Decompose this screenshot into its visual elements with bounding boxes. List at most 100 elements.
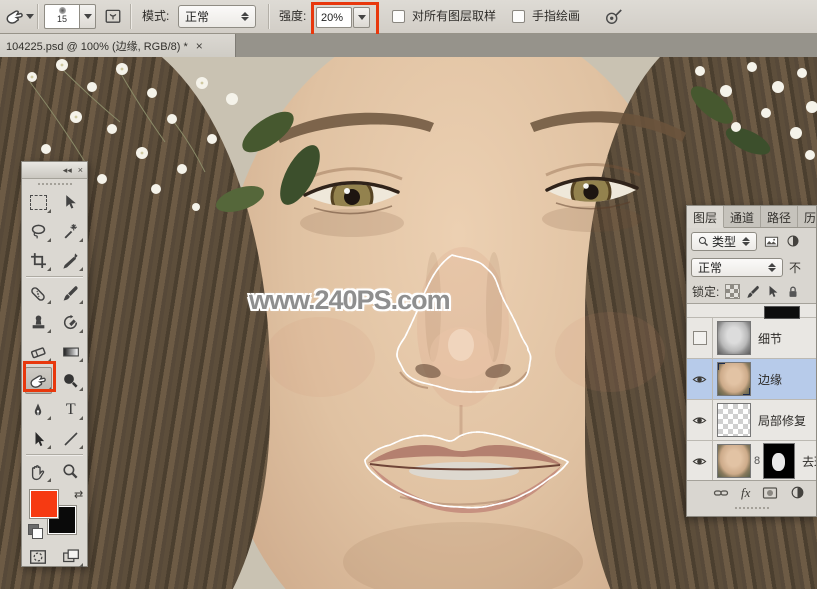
gradient-icon: [62, 343, 80, 361]
layer-thumbnail[interactable]: [717, 321, 751, 355]
layer-thumbnail[interactable]: [717, 444, 751, 478]
document-tab-bar: 104225.psd @ 100% (边缘, RGB/8) * ×: [0, 34, 817, 57]
strength-input[interactable]: 20%: [316, 7, 352, 28]
layer-name[interactable]: 细节: [758, 330, 782, 347]
path-select-icon: [30, 431, 46, 447]
tab-close-icon[interactable]: ×: [196, 39, 203, 53]
clone-stamp-icon: [30, 314, 47, 331]
brush-preset-picker[interactable]: 15: [44, 4, 80, 29]
smudge-tool-icon[interactable]: [5, 7, 24, 26]
toggle-brush-panel-icon[interactable]: [104, 7, 122, 25]
tab-paths[interactable]: 路径: [761, 206, 799, 227]
history-brush-tool[interactable]: [55, 308, 88, 337]
airbrush-icon[interactable]: [604, 7, 623, 26]
default-colors-icon-front[interactable]: [32, 528, 43, 539]
collapse-panel-icon[interactable]: ◂◂: [63, 165, 72, 176]
quick-mask-button[interactable]: [22, 542, 55, 571]
brush-size-value: 15: [56, 14, 67, 24]
blend-mode-dropdown[interactable]: 正常: [691, 257, 783, 277]
tool-preset-caret-icon[interactable]: [26, 14, 34, 19]
layer-thumbnail[interactable]: [717, 362, 751, 396]
lock-position-icon[interactable]: [766, 285, 780, 299]
foreground-color-swatch[interactable]: [29, 489, 59, 519]
healing-brush-tool[interactable]: [22, 279, 55, 308]
layer-row-partial[interactable]: [687, 304, 816, 319]
visibility-toggle[interactable]: [687, 441, 713, 480]
move-tool[interactable]: [55, 188, 88, 217]
layer-row-despeckle[interactable]: 8 去斑: [687, 441, 816, 480]
pen-tool[interactable]: [22, 395, 55, 424]
layers-panel: 图层 通道 路径 历史 类型 正常 不 锁定:: [686, 205, 817, 517]
separator: [130, 4, 132, 29]
layer-name[interactable]: 边缘: [758, 371, 782, 388]
marquee-tool[interactable]: [22, 188, 55, 217]
document-tab[interactable]: 104225.psd @ 100% (边缘, RGB/8) * ×: [0, 34, 236, 57]
lock-all-icon[interactable]: [786, 285, 800, 299]
layers-panel-footer: fx: [687, 481, 816, 504]
type-icon: T: [65, 400, 76, 418]
link-layers-icon[interactable]: [713, 485, 729, 501]
adjustment-layer-icon[interactable]: [790, 485, 805, 500]
eyedropper-tool[interactable]: [55, 246, 88, 275]
finger-painting-label: 手指绘画: [532, 9, 581, 23]
gradient-tool[interactable]: [55, 337, 88, 366]
visibility-toggle[interactable]: [687, 318, 713, 358]
screen-mode-icon: [62, 548, 80, 566]
mask-link-icon: 8: [754, 455, 761, 467]
panel-grip[interactable]: [22, 179, 87, 188]
tab-channels[interactable]: 通道: [724, 206, 762, 227]
visibility-toggle[interactable]: [687, 359, 713, 399]
lock-pixels-icon[interactable]: [746, 285, 760, 299]
brush-picker-arrow-button[interactable]: [79, 4, 96, 29]
eyedropper-icon: [62, 252, 79, 269]
line-tool[interactable]: [55, 424, 88, 453]
move-icon: [62, 194, 79, 211]
zoom-tool[interactable]: [55, 457, 88, 486]
layer-style-button[interactable]: fx: [741, 485, 750, 501]
magic-wand-tool[interactable]: [55, 217, 88, 246]
updown-arrow-icon: [768, 262, 776, 272]
pen-icon: [30, 402, 46, 418]
dodge-tool[interactable]: [55, 366, 88, 395]
layer-name[interactable]: 去斑: [802, 453, 816, 470]
layer-thumbnail[interactable]: [717, 403, 751, 437]
hand-tool[interactable]: [22, 457, 55, 486]
layer-row-detail[interactable]: 细节: [687, 318, 816, 359]
color-swatches: ⇄: [22, 486, 87, 542]
add-mask-icon[interactable]: [762, 485, 778, 501]
layer-row-local-repair[interactable]: 局部修复: [687, 400, 816, 441]
photoshop-window: 15 模式: 正常 强度: 20% 对所有图层取样 手指绘画 104225.ps…: [0, 0, 817, 589]
visibility-toggle[interactable]: [687, 400, 713, 440]
lasso-tool[interactable]: [22, 217, 55, 246]
brush-tool[interactable]: [55, 279, 88, 308]
layer-name[interactable]: 局部修复: [758, 412, 806, 429]
filter-adjustment-icon[interactable]: [786, 234, 800, 248]
zoom-icon: [62, 463, 79, 480]
tab-history[interactable]: 历史: [798, 206, 816, 227]
sample-all-layers-checkbox[interactable]: [392, 10, 405, 23]
screen-mode-button[interactable]: [55, 542, 88, 571]
swap-colors-icon[interactable]: ⇄: [74, 488, 83, 501]
tool-options-bar: 15 模式: 正常 强度: 20% 对所有图层取样 手指绘画: [0, 0, 817, 37]
finger-painting-checkbox[interactable]: [512, 10, 525, 23]
layers-list: 细节 边缘 局部修复 8 去斑: [687, 303, 816, 481]
path-select-tool[interactable]: [22, 424, 55, 453]
lock-transparency-icon[interactable]: [725, 284, 741, 299]
filter-image-icon[interactable]: [764, 234, 779, 249]
crop-tool[interactable]: [22, 246, 55, 275]
close-panel-icon[interactable]: ×: [78, 165, 83, 175]
layer-mask-thumbnail[interactable]: [763, 443, 796, 479]
filter-type-dropdown[interactable]: 类型: [691, 231, 757, 251]
strength-value: 20%: [321, 11, 344, 24]
mode-dropdown[interactable]: 正常: [178, 5, 256, 28]
strength-label: 强度:: [279, 9, 307, 23]
tab-layers[interactable]: 图层: [687, 206, 725, 228]
layer-row-edge[interactable]: 边缘: [687, 359, 816, 400]
strength-arrow-button[interactable]: [353, 7, 370, 28]
visibility-empty-box: [692, 331, 707, 345]
clone-stamp-tool[interactable]: [22, 308, 55, 337]
panel-grip[interactable]: [687, 504, 816, 512]
lock-label: 锁定:: [692, 285, 720, 299]
updown-arrow-icon: [742, 236, 750, 246]
type-tool[interactable]: T: [55, 395, 88, 424]
